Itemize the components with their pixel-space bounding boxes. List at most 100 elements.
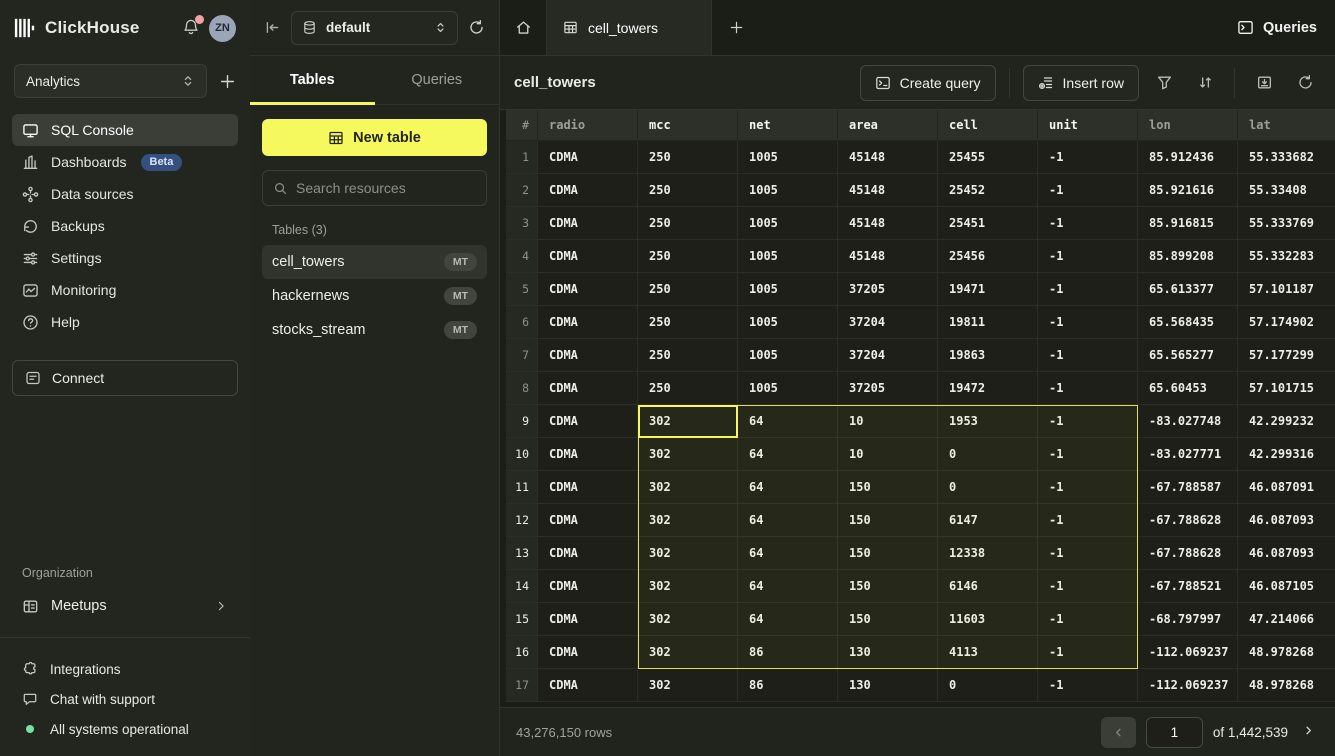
grid-cell[interactable]: 11603 bbox=[938, 603, 1038, 636]
grid-cell[interactable]: -67.788521 bbox=[1138, 570, 1238, 603]
grid-cell[interactable]: 302 bbox=[638, 471, 738, 504]
grid-cell[interactable]: 250 bbox=[638, 141, 738, 174]
row-number[interactable]: 17 bbox=[506, 669, 538, 702]
grid-cell[interactable]: 65.60453 bbox=[1138, 372, 1238, 405]
row-number[interactable]: 13 bbox=[506, 537, 538, 570]
grid-cell[interactable]: CDMA bbox=[538, 636, 638, 669]
grid-cell[interactable]: 1005 bbox=[738, 240, 838, 273]
refresh-tables-button[interactable] bbox=[468, 19, 485, 36]
grid-cell[interactable]: 10 bbox=[838, 438, 938, 471]
grid-cell[interactable]: CDMA bbox=[538, 537, 638, 570]
grid-cell[interactable]: 45148 bbox=[838, 240, 938, 273]
grid-cell[interactable]: 0 bbox=[938, 669, 1038, 702]
tab-queries[interactable]: Queries bbox=[375, 56, 500, 104]
grid-cell[interactable]: 64 bbox=[738, 570, 838, 603]
grid-cell[interactable]: -1 bbox=[1038, 273, 1138, 306]
column-header-net[interactable]: net bbox=[738, 110, 838, 141]
grid-cell[interactable]: 57.101187 bbox=[1238, 273, 1335, 306]
grid-cell[interactable]: -67.788628 bbox=[1138, 537, 1238, 570]
grid-cell[interactable]: 65.565277 bbox=[1138, 339, 1238, 372]
grid-cell[interactable]: -1 bbox=[1038, 504, 1138, 537]
grid-cell[interactable]: 37205 bbox=[838, 273, 938, 306]
sidebar-item-chat-with-support[interactable]: Chat with support bbox=[12, 684, 238, 714]
column-header-unit[interactable]: unit bbox=[1038, 110, 1138, 141]
grid-cell[interactable]: -1 bbox=[1038, 339, 1138, 372]
avatar[interactable]: ZN bbox=[209, 15, 236, 42]
grid-cell[interactable]: 46.087093 bbox=[1238, 504, 1335, 537]
grid-cell[interactable]: 37204 bbox=[838, 306, 938, 339]
workspace-select[interactable]: Analytics bbox=[14, 64, 207, 98]
grid-cell[interactable]: -1 bbox=[1038, 207, 1138, 240]
grid-cell[interactable]: 25456 bbox=[938, 240, 1038, 273]
grid-cell[interactable]: CDMA bbox=[538, 141, 638, 174]
grid-cell[interactable]: 65.568435 bbox=[1138, 306, 1238, 339]
grid-cell[interactable]: 45148 bbox=[838, 207, 938, 240]
grid-cell[interactable]: 150 bbox=[838, 603, 938, 636]
grid-cell[interactable]: 150 bbox=[838, 570, 938, 603]
row-number[interactable]: 6 bbox=[506, 306, 538, 339]
grid-cell[interactable]: 85.921616 bbox=[1138, 174, 1238, 207]
sidebar-item-help[interactable]: Help bbox=[12, 306, 238, 338]
grid-cell[interactable]: 302 bbox=[638, 405, 738, 438]
tab-tables[interactable]: Tables bbox=[250, 56, 375, 104]
prev-page-button[interactable] bbox=[1101, 717, 1136, 748]
grid-cell[interactable]: 64 bbox=[738, 405, 838, 438]
grid-cell[interactable]: -1 bbox=[1038, 570, 1138, 603]
download-button[interactable] bbox=[1248, 66, 1280, 100]
sort-button[interactable] bbox=[1189, 66, 1221, 100]
grid-cell[interactable]: CDMA bbox=[538, 372, 638, 405]
queries-button[interactable]: Queries bbox=[1219, 0, 1335, 55]
sidebar-item-dashboards[interactable]: DashboardsBeta bbox=[12, 146, 238, 178]
grid-cell[interactable]: 250 bbox=[638, 240, 738, 273]
column-header-lon[interactable]: lon bbox=[1138, 110, 1238, 141]
grid-cell[interactable]: -1 bbox=[1038, 669, 1138, 702]
grid-cell[interactable]: 19472 bbox=[938, 372, 1038, 405]
row-number[interactable]: 5 bbox=[506, 273, 538, 306]
grid-cell[interactable]: 250 bbox=[638, 306, 738, 339]
grid-cell[interactable]: -112.069237 bbox=[1138, 636, 1238, 669]
grid-cell[interactable]: 37205 bbox=[838, 372, 938, 405]
grid-cell[interactable]: -1 bbox=[1038, 603, 1138, 636]
grid-cell[interactable]: 1953 bbox=[938, 405, 1038, 438]
grid-cell[interactable]: 6147 bbox=[938, 504, 1038, 537]
grid-cell[interactable]: 1005 bbox=[738, 207, 838, 240]
grid-cell[interactable]: -1 bbox=[1038, 240, 1138, 273]
row-number[interactable]: 16 bbox=[506, 636, 538, 669]
grid-cell[interactable]: 0 bbox=[938, 471, 1038, 504]
grid-cell[interactable]: 46.087093 bbox=[1238, 537, 1335, 570]
grid-cell[interactable]: 46.087105 bbox=[1238, 570, 1335, 603]
insert-row-button[interactable]: Insert row bbox=[1023, 65, 1139, 101]
grid-cell[interactable]: 302 bbox=[638, 636, 738, 669]
table-list-item-stocks-stream[interactable]: stocks_streamMT bbox=[262, 313, 487, 347]
grid-cell[interactable]: -68.797997 bbox=[1138, 603, 1238, 636]
add-service-button[interactable] bbox=[219, 73, 236, 90]
home-button[interactable] bbox=[500, 0, 547, 55]
grid-cell[interactable]: 25451 bbox=[938, 207, 1038, 240]
grid-cell[interactable]: -1 bbox=[1038, 141, 1138, 174]
grid-cell[interactable]: 302 bbox=[638, 438, 738, 471]
grid-cell[interactable]: CDMA bbox=[538, 570, 638, 603]
table-list-item-cell-towers[interactable]: cell_towersMT bbox=[262, 245, 487, 279]
grid-cell[interactable]: 55.33408 bbox=[1238, 174, 1335, 207]
database-select[interactable]: default bbox=[291, 11, 458, 45]
row-number[interactable]: 12 bbox=[506, 504, 538, 537]
grid-cell[interactable]: 48.978268 bbox=[1238, 669, 1335, 702]
grid-cell[interactable]: 42.299232 bbox=[1238, 405, 1335, 438]
row-number[interactable]: 3 bbox=[506, 207, 538, 240]
page-number-input[interactable] bbox=[1146, 717, 1203, 748]
grid-cell[interactable]: 55.333769 bbox=[1238, 207, 1335, 240]
grid-cell[interactable]: 12338 bbox=[938, 537, 1038, 570]
grid-cell[interactable]: -1 bbox=[1038, 174, 1138, 207]
grid-cell[interactable]: -1 bbox=[1038, 636, 1138, 669]
grid-cell[interactable]: 47.214066 bbox=[1238, 603, 1335, 636]
grid-cell[interactable]: 46.087091 bbox=[1238, 471, 1335, 504]
grid-cell[interactable]: 19471 bbox=[938, 273, 1038, 306]
column-header-rownum[interactable]: # bbox=[506, 110, 538, 141]
next-page-button[interactable] bbox=[1298, 724, 1319, 740]
search-input[interactable] bbox=[296, 180, 477, 196]
grid-cell[interactable]: 150 bbox=[838, 537, 938, 570]
row-number[interactable]: 1 bbox=[506, 141, 538, 174]
grid-cell[interactable]: 64 bbox=[738, 471, 838, 504]
grid-cell[interactable]: CDMA bbox=[538, 471, 638, 504]
grid-cell[interactable]: 250 bbox=[638, 207, 738, 240]
